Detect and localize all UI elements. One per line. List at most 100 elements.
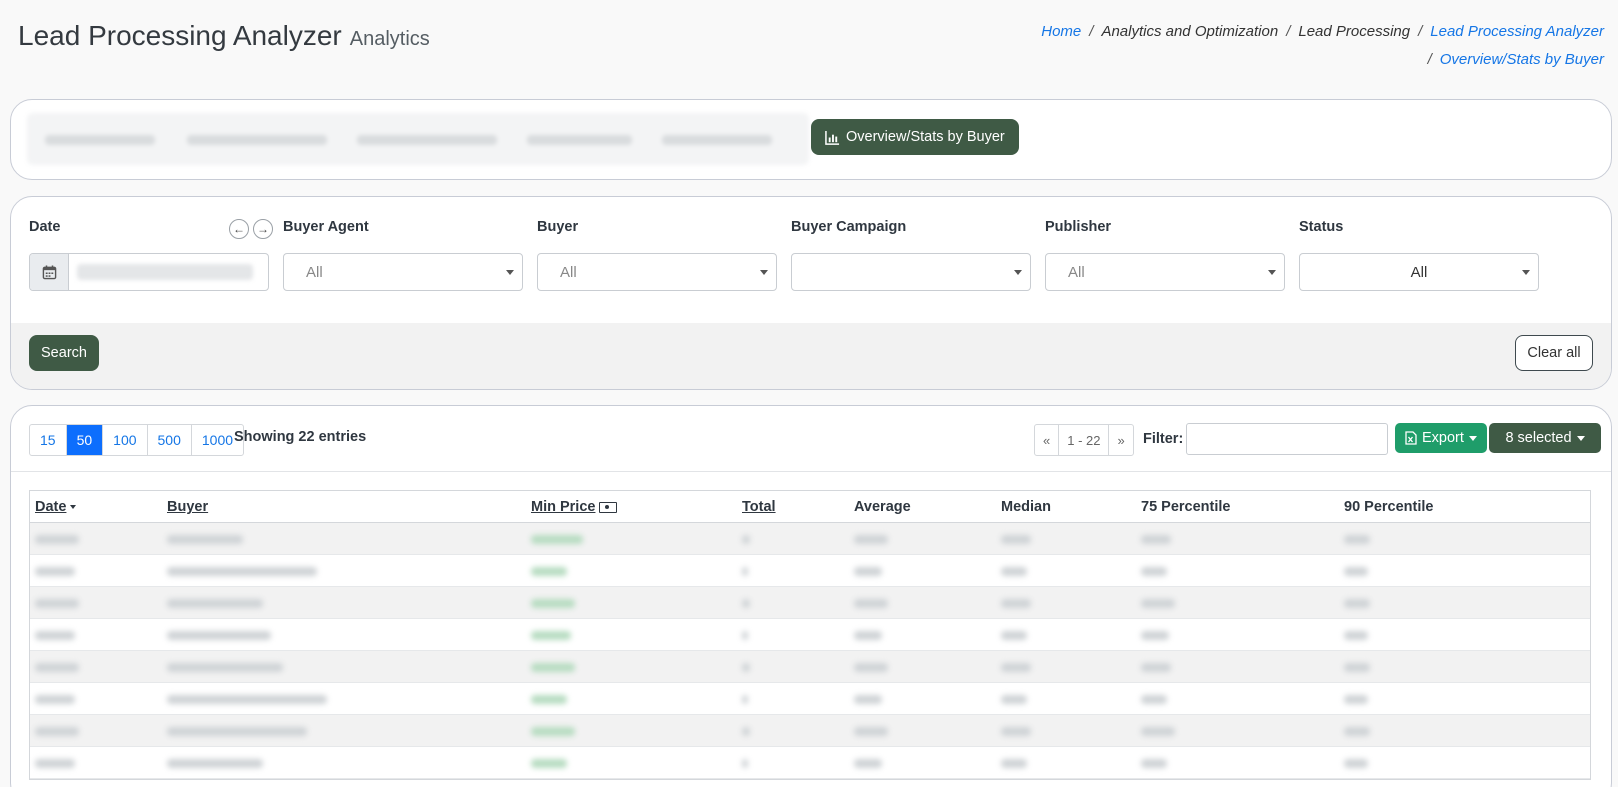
table-cell-blurred [531,535,583,544]
page-size-option-active[interactable]: 50 [66,425,104,455]
clear-all-button[interactable]: Clear all [1515,335,1593,371]
table-cell-blurred [742,567,748,576]
search-button[interactable]: Search [29,335,99,371]
report-tabs-blurred [27,113,809,165]
pagination: « 1 - 22 » [1034,424,1134,456]
publisher-value: All [1068,263,1085,281]
breadcrumb-analyzer[interactable]: Lead Processing Analyzer [1430,23,1604,40]
table-row [30,683,1590,715]
table-cell-blurred [1001,631,1027,640]
table-cell-blurred [1141,567,1167,576]
columns-selected-button[interactable]: 8 selected [1489,423,1601,453]
table-cell-blurred [742,695,748,704]
chevron-down-icon [1576,435,1585,441]
table-cell-blurred [167,663,283,672]
table-cell-blurred [167,695,327,704]
buyer-value: All [560,263,577,281]
table-cell-blurred [1344,695,1368,704]
chevron-down-icon [506,270,514,275]
table-cell-blurred [1001,727,1031,736]
column-header-date-label: Date [35,499,67,515]
column-header-total[interactable]: Total [742,499,776,515]
page-size-option[interactable]: 500 [148,425,192,455]
filter-label: Filter: [1143,431,1184,447]
table-cell-blurred [531,727,575,736]
table-cell-blurred [1344,567,1368,576]
chevron-down-icon [1268,270,1276,275]
table-cell-blurred [1001,567,1027,576]
results-card: 15 50 100 500 1000 Showing 22 entries « … [10,405,1612,787]
breadcrumb-separator: / [1286,23,1291,40]
arrow-right-icon[interactable]: → [253,219,273,239]
chevron-down-icon [1522,270,1530,275]
page-title: Lead Processing Analyzer [18,20,342,51]
table-cell-blurred [1141,663,1171,672]
filters-card: Date ← → Buyer Agent All Buyer All Buyer… [10,196,1612,390]
page-subtitle: Analytics [349,28,430,50]
calendar-icon[interactable] [30,254,69,290]
table-cell-blurred [1141,535,1171,544]
buyer-agent-select[interactable]: All [283,253,523,291]
table-cell-blurred [854,599,888,608]
table-cell-blurred [35,599,79,608]
showing-entries: Showing 22 entries [234,429,367,445]
table-cell-blurred [1001,695,1027,704]
export-button[interactable]: Export [1395,423,1487,453]
date-range-input[interactable] [29,253,269,291]
table-cell-blurred [35,535,79,544]
table-cell-blurred [854,535,888,544]
overview-stats-button[interactable]: Overview/Stats by Buyer [811,119,1019,155]
table-cell-blurred [854,663,888,672]
buyer-agent-value: All [306,263,323,281]
filter-actions: Search Clear all [11,323,1611,389]
divider [11,471,1611,472]
buyer-agent-label: Buyer Agent [283,219,369,235]
table-filter-input[interactable] [1186,423,1388,455]
pager-prev[interactable]: « [1035,425,1060,455]
table-cell-blurred [1141,631,1169,640]
table-cell-blurred [742,759,748,768]
buyer-campaign-label: Buyer Campaign [791,219,907,235]
table-row [30,715,1590,747]
table-cell-blurred [531,599,575,608]
table-cell-blurred [1141,727,1175,736]
table-cell-blurred [1001,663,1031,672]
overview-stats-label: Overview/Stats by Buyer [846,129,1005,145]
pager-next[interactable]: » [1109,425,1132,455]
publisher-select[interactable]: All [1045,253,1285,291]
chevron-down-icon [1014,270,1022,275]
buyer-label: Buyer [537,219,579,235]
buyer-campaign-select[interactable] [791,253,1031,291]
table-cell-blurred [1344,727,1370,736]
table-header: Date Buyer Min Price Total Average Media… [30,491,1590,523]
column-header-min-price[interactable]: Min Price [531,499,618,515]
breadcrumb-separator: / [1089,23,1094,40]
table-cell-blurred [854,695,882,704]
breadcrumb-separator: / [1427,51,1432,68]
bar-chart-icon [825,130,840,145]
pager-range: 1 - 22 [1059,425,1110,455]
sort-desc-icon [70,505,77,510]
column-header-average: Average [854,499,911,515]
column-header-75-percentile: 75 Percentile [1141,499,1231,515]
breadcrumb-home[interactable]: Home [1041,23,1081,40]
publisher-label: Publisher [1045,219,1112,235]
table-cell-blurred [1001,535,1031,544]
page-size-option[interactable]: 100 [103,425,148,455]
chevron-down-icon [1468,435,1477,441]
breadcrumb-lead-processing: Lead Processing [1298,23,1411,40]
column-header-buyer[interactable]: Buyer [167,499,208,515]
arrow-left-icon[interactable]: ← [229,219,249,239]
buyer-select[interactable]: All [537,253,777,291]
date-range-value[interactable] [69,254,268,290]
column-header-date[interactable]: Date [35,499,77,515]
column-header-median: Median [1001,499,1051,515]
table-row [30,651,1590,683]
breadcrumb-current[interactable]: Overview/Stats by Buyer [1440,51,1604,68]
table-cell-blurred [854,727,888,736]
status-select[interactable]: All [1299,253,1539,291]
table-cell-blurred [167,727,307,736]
page-size-option[interactable]: 15 [30,425,67,455]
date-label: Date [29,219,61,235]
breadcrumb-separator: / [1418,23,1423,40]
